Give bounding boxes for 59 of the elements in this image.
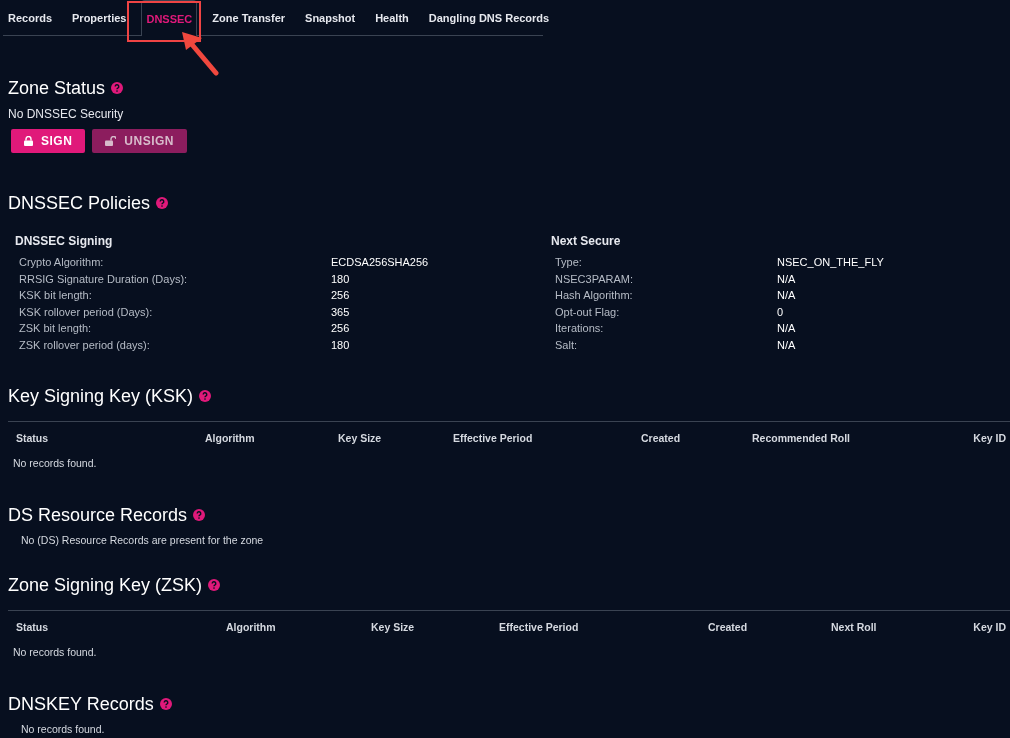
tab[interactable]: Properties xyxy=(67,0,132,35)
section-heading: DNSKEY Records xyxy=(8,693,154,715)
field-label: Salt: xyxy=(555,338,578,351)
field-value: NSEC_ON_THE_FLY xyxy=(777,256,885,269)
field-value: 0 xyxy=(777,305,785,318)
field-value: N/A xyxy=(777,322,797,335)
field-label: ZSK bit length: xyxy=(19,322,93,335)
group-title: Next Secure xyxy=(551,234,621,248)
tab[interactable]: Health xyxy=(370,0,414,35)
column-header: Created xyxy=(640,432,682,444)
column-header: Status xyxy=(15,621,50,633)
section-heading: DS Resource Records xyxy=(8,504,188,526)
column-header: Key Size xyxy=(337,432,383,444)
column-header: Created xyxy=(707,621,749,633)
section-heading: DNSSEC Policies xyxy=(8,192,151,214)
tab[interactable]: Snapshot xyxy=(300,0,361,35)
field-value: ECDSA256SHA256 xyxy=(331,256,430,269)
tab[interactable]: Records xyxy=(3,0,58,35)
tab[interactable]: Dangling DNS Records xyxy=(423,0,555,35)
field-label: RRSIG Signature Duration (Days): xyxy=(19,272,189,285)
empty-message: No records found. xyxy=(13,457,97,469)
field-label: Crypto Algorithm: xyxy=(19,256,105,269)
group-title: DNSSEC Signing xyxy=(15,234,113,248)
field-label: KSK rollover period (Days): xyxy=(19,305,154,318)
field-label: Type: xyxy=(555,256,583,269)
column-header: Key ID xyxy=(972,621,1007,633)
column-header: Effective Period xyxy=(452,432,534,444)
column-header: Next Roll xyxy=(830,621,878,633)
section-heading: Zone Signing Key (ZSK) xyxy=(8,574,203,596)
field-value: 365 xyxy=(331,305,351,318)
field-label: NSEC3PARAM: xyxy=(555,272,635,285)
tab[interactable]: DNSSEC xyxy=(141,0,198,36)
empty-message: No records found. xyxy=(13,646,97,658)
field-value: N/A xyxy=(777,289,797,302)
section-heading: Zone Status xyxy=(8,77,106,99)
field-value: 256 xyxy=(331,289,351,302)
column-header: Key ID xyxy=(972,432,1007,444)
field-value: 180 xyxy=(331,338,351,351)
column-header: Recommended Roll xyxy=(751,432,852,444)
field-label: Opt-out Flag: xyxy=(555,305,621,318)
field-value: 180 xyxy=(331,272,351,285)
tab[interactable]: Zone Transfer xyxy=(207,0,291,35)
field-value: N/A xyxy=(777,338,797,351)
column-header: Algorithm xyxy=(204,432,256,444)
sign-button[interactable]: SIGN xyxy=(11,129,86,153)
field-label: Iterations: xyxy=(555,322,605,335)
field-label: ZSK rollover period (days): xyxy=(19,338,151,351)
field-value: N/A xyxy=(777,272,797,285)
status-text: No DNSSEC Security xyxy=(8,107,124,121)
column-header: Status xyxy=(15,432,50,444)
column-header: Key Size xyxy=(370,621,416,633)
empty-message: No (DS) Resource Records are present for the zone xyxy=(21,534,264,546)
field-value: 256 xyxy=(331,322,351,335)
column-header: Algorithm xyxy=(225,621,277,633)
field-label: Hash Algorithm: xyxy=(555,289,634,302)
column-header: Effective Period xyxy=(498,621,580,633)
field-label: KSK bit length: xyxy=(19,289,93,302)
section-heading: Key Signing Key (KSK) xyxy=(8,385,194,407)
empty-message: No records found. xyxy=(21,723,105,735)
